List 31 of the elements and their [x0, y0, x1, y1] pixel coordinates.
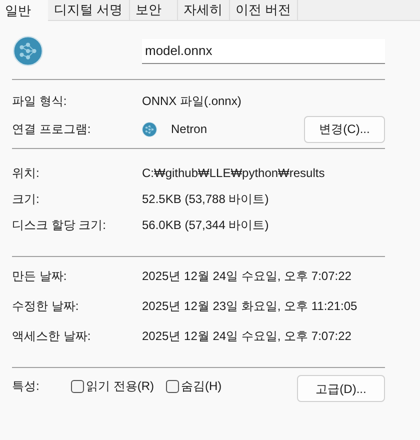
- field-value: 2025년 12월 24일 수요일, 오후 7:07:22: [142, 328, 352, 345]
- field-label: 디스크 할당 크기:: [12, 217, 108, 234]
- checkbox-label: 읽기 전용(R): [86, 378, 154, 395]
- tab[interactable]: 일반: [0, 0, 48, 21]
- tab[interactable]: 디지털 서명: [48, 0, 130, 21]
- app-name: Netron: [171, 121, 208, 138]
- field-label: 연결 프로그램:: [12, 121, 92, 138]
- field-label: 액세스한 날짜:: [12, 328, 92, 345]
- checkbox-label: 숨김(H): [181, 378, 222, 395]
- advanced-button[interactable]: 고급(D)...: [297, 375, 385, 402]
- change-button[interactable]: 변경(C)...: [304, 116, 385, 142]
- field-value: C:₩github₩LLE₩python₩results: [142, 165, 325, 182]
- file-name-field[interactable]: model.onnx: [142, 38, 385, 64]
- field-label: 만든 날짜:: [12, 268, 68, 285]
- field-value: 56.0KB (57,344 바이트): [142, 217, 269, 234]
- field-value: ONNX 파일(.onnx): [142, 93, 242, 110]
- checkbox[interactable]: [166, 380, 179, 392]
- tab[interactable]: 자세히: [178, 0, 230, 21]
- field-value: 2025년 12월 23일 화요일, 오후 11:21:05: [142, 298, 358, 315]
- field-value: 2025년 12월 24일 수요일, 오후 7:07:22: [142, 268, 352, 285]
- field-label: 파일 형식:: [12, 93, 68, 110]
- tab[interactable]: 이전 버전: [230, 0, 298, 21]
- checkbox[interactable]: [71, 380, 84, 392]
- field-label: 특성:: [12, 378, 40, 395]
- network-icon: [13, 36, 43, 66]
- field-value: 52.5KB (53,788 바이트): [142, 191, 269, 208]
- app-icon: [142, 122, 157, 136]
- field-label: 크기:: [12, 191, 40, 208]
- tab[interactable]: 보안: [130, 0, 178, 21]
- field-label: 위치:: [12, 165, 40, 182]
- field-label: 수정한 날짜:: [12, 298, 80, 315]
